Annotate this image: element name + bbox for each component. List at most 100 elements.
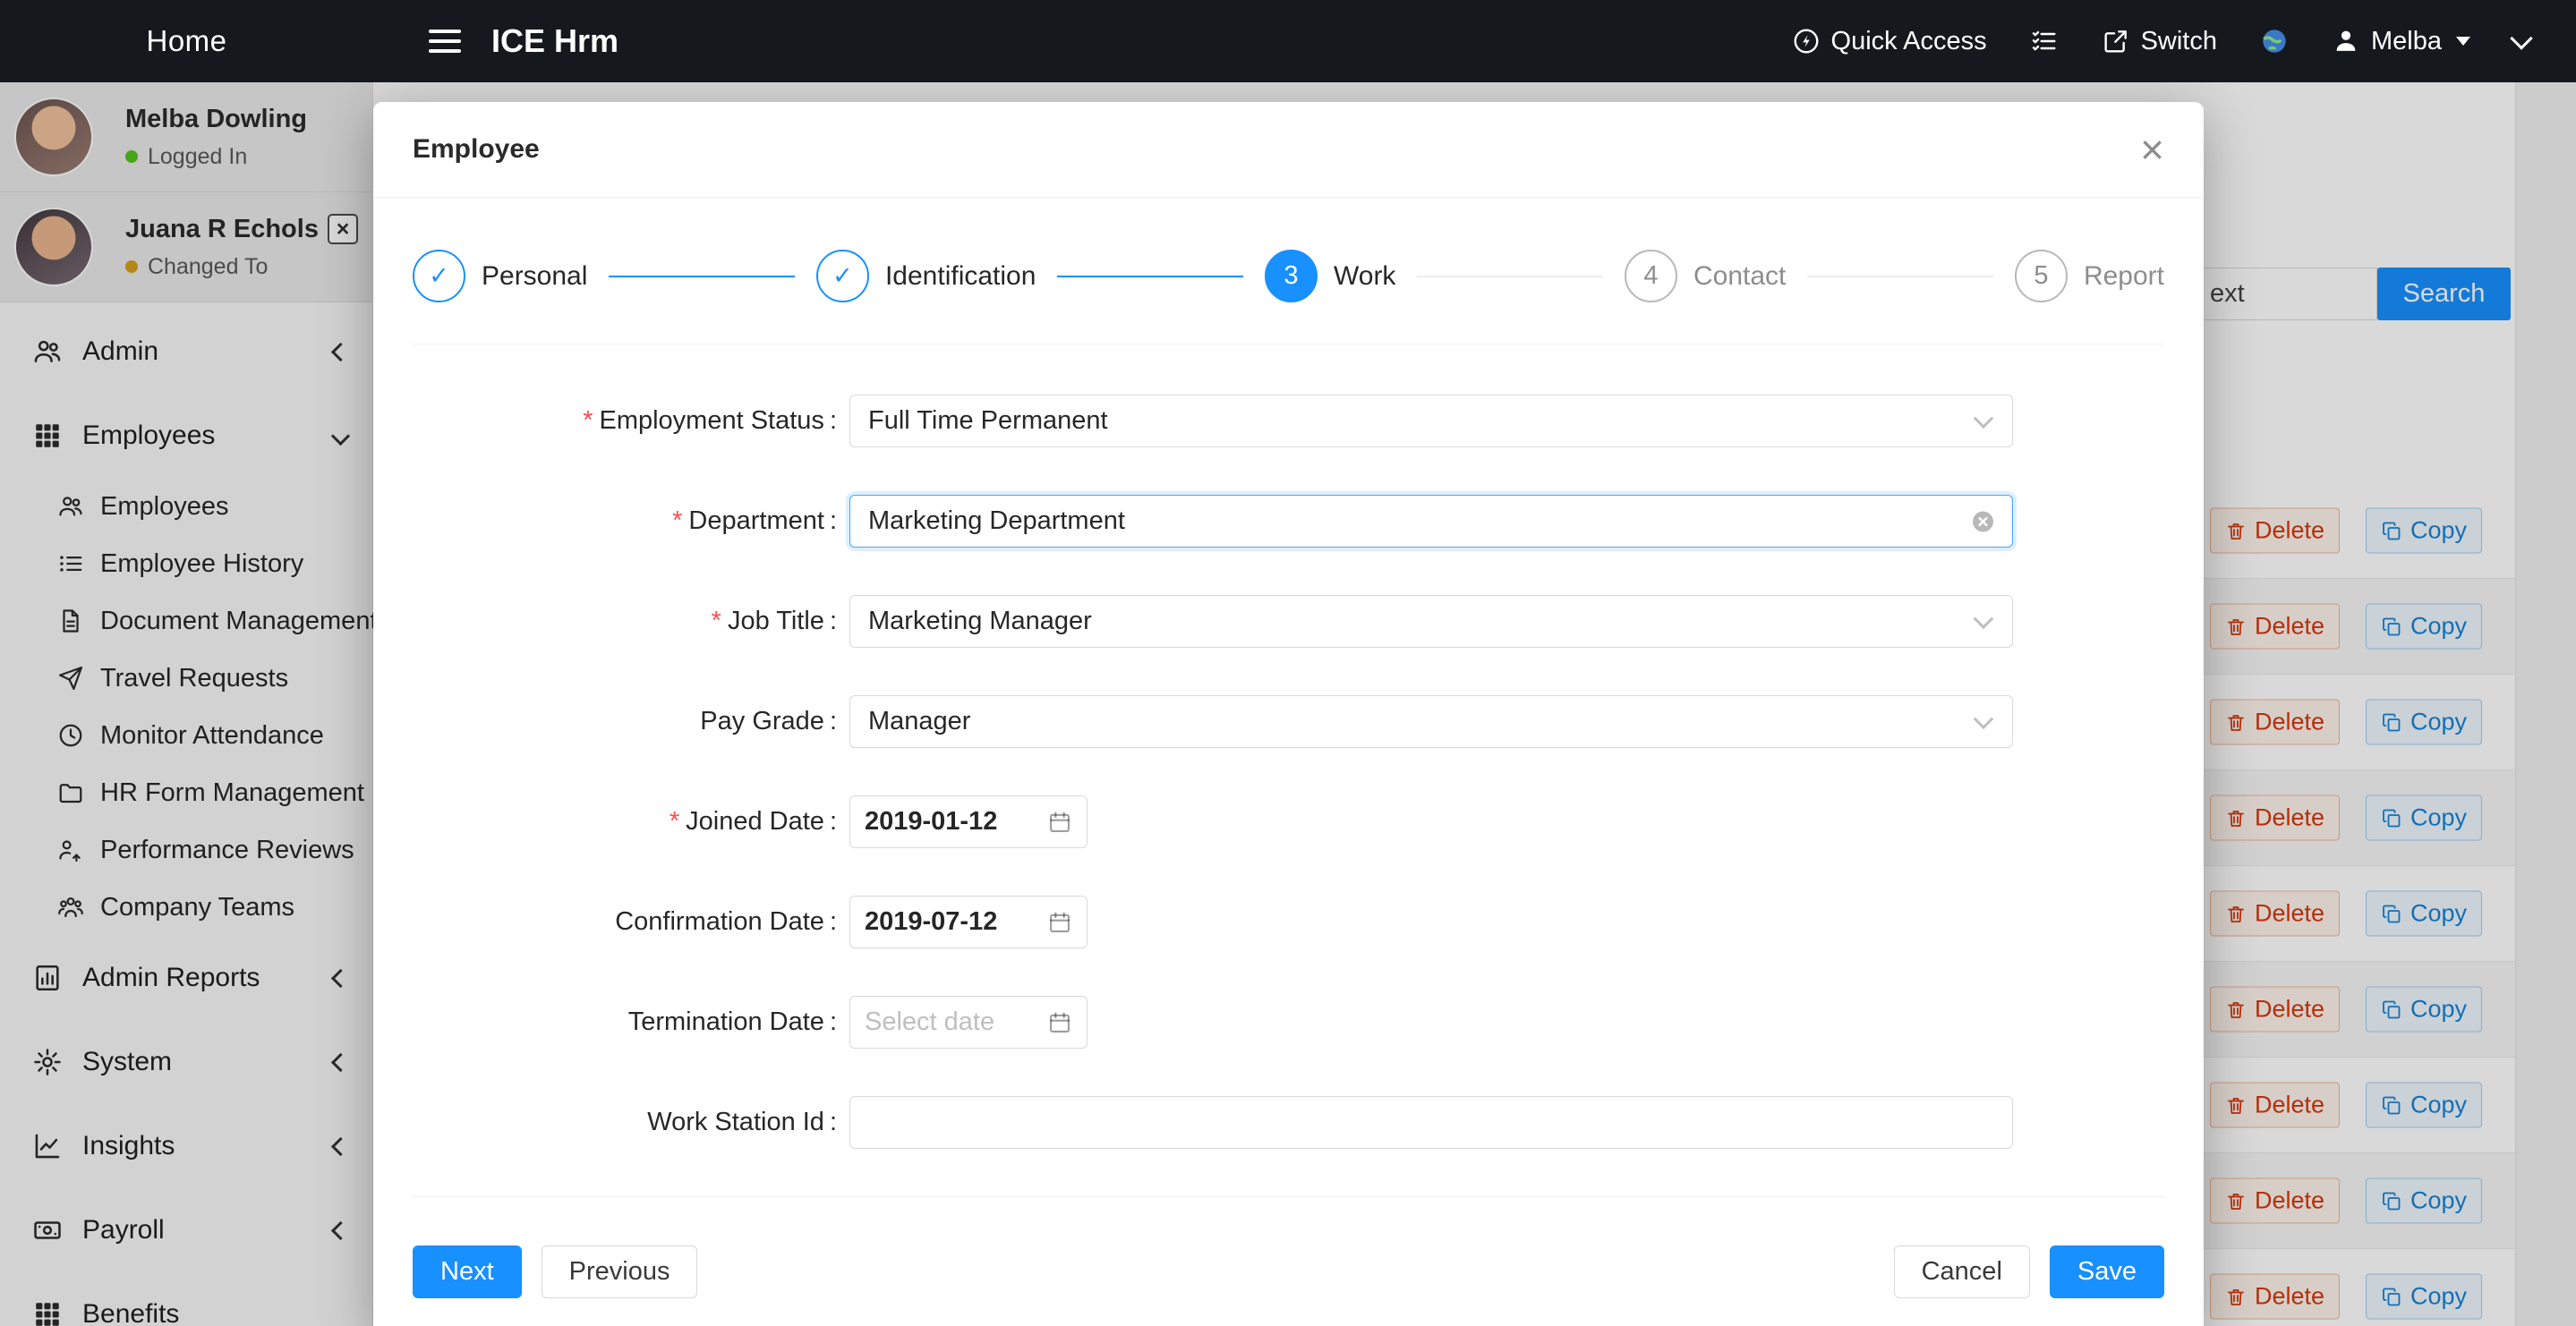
app-root: Home ICE Hrm Quick Access Switch [0, 0, 2576, 1326]
field-row-pay-grade: Pay Grade: Manager [413, 695, 2164, 748]
field-row-work-station-id: Work Station Id: [413, 1096, 2164, 1149]
top-navbar: Home ICE Hrm Quick Access Switch [0, 0, 2576, 82]
quick-access-button[interactable]: Quick Access [1792, 27, 1987, 56]
field-label-text: Joined Date [686, 807, 824, 837]
step-connector [609, 276, 795, 277]
chevron-down-icon [1974, 608, 1994, 629]
select-value: Marketing Manager [868, 607, 1092, 636]
step-label: Report [2084, 261, 2164, 292]
quick-access-icon [1792, 27, 1821, 55]
field-row-job-title: *Job Title: Marketing Manager [413, 595, 2164, 648]
field-row-joined-date: *Joined Date:2019-01-12 [413, 795, 2164, 848]
step-label: Personal [482, 261, 587, 292]
employment-status-select[interactable]: Full Time Permanent [849, 395, 2013, 447]
calendar-icon [1047, 810, 1072, 835]
step-connector [1057, 276, 1243, 277]
work-station-id-input[interactable] [849, 1096, 2013, 1149]
required-mark: * [670, 807, 679, 837]
step-identification[interactable]: ✓Identification [816, 250, 1036, 302]
step-work[interactable]: 3 Work [1265, 250, 1395, 302]
joined-date-datepicker[interactable]: 2019-01-12 [849, 795, 1088, 848]
step-contact[interactable]: 4 Contact [1625, 250, 1786, 302]
field-label: Pay Grade: [413, 707, 837, 736]
colon: : [830, 707, 837, 736]
field-label-text: Confirmation Date [615, 907, 824, 937]
field-label: Work Station Id: [413, 1108, 837, 1137]
chevron-down-icon [1974, 408, 1994, 429]
chevron-down-icon[interactable] [2510, 27, 2532, 49]
field-label-text: Pay Grade [700, 707, 824, 736]
field-row-employment-status: *Employment Status: Full Time Permanent [413, 395, 2164, 447]
step-number: 5 [2015, 250, 2068, 302]
clear-icon[interactable] [1970, 508, 1996, 534]
save-button[interactable]: Save [2050, 1245, 2164, 1298]
field-label: Confirmation Date: [413, 907, 837, 937]
colon: : [830, 607, 837, 636]
step-personal[interactable]: ✓Personal [413, 250, 587, 302]
field-label: Termination Date: [413, 1007, 837, 1037]
date-value: 2019-01-12 [865, 807, 997, 837]
select-value: Manager [868, 707, 970, 736]
field-label: *Employment Status: [413, 406, 837, 436]
caret-down-icon [2456, 37, 2470, 46]
colon: : [830, 807, 837, 837]
job-title-select[interactable]: Marketing Manager [849, 595, 2013, 648]
user-menu[interactable]: Melba [2332, 27, 2470, 56]
step-report[interactable]: 5 Report [2015, 250, 2164, 302]
select-value: Marketing Department [868, 506, 1125, 536]
field-label-text: Department [688, 506, 824, 536]
modal-header: Employee × [373, 102, 2204, 198]
required-mark: * [672, 506, 682, 536]
home-link[interactable]: Home [0, 24, 373, 58]
step-connector [1417, 276, 1603, 277]
step-label: Identification [885, 261, 1036, 292]
chevron-down-icon [1974, 709, 1994, 729]
next-button[interactable]: Next [413, 1245, 522, 1298]
department-select[interactable]: Marketing Department [849, 495, 2013, 548]
date-value: 2019-07-12 [865, 907, 997, 937]
tasks-button[interactable] [2030, 27, 2059, 55]
employee-modal: Employee × ✓Personal ✓Identification 3 Work… [373, 102, 2204, 1326]
user-name: Melba [2371, 27, 2442, 56]
field-label-text: Termination Date [628, 1007, 824, 1037]
navbar-right: Quick Access Switch [1792, 27, 2529, 56]
field-label-text: Employment Status [599, 406, 823, 436]
close-icon[interactable]: × [2140, 133, 2164, 166]
pay-grade-select[interactable]: Manager [849, 695, 2013, 748]
colon: : [830, 907, 837, 937]
checklist-icon [2030, 27, 2059, 55]
previous-button[interactable]: Previous [542, 1245, 698, 1298]
switch-icon [2102, 27, 2130, 55]
cancel-button[interactable]: Cancel [1894, 1245, 2030, 1298]
switch-button[interactable]: Switch [2102, 27, 2217, 56]
step-connector [1807, 276, 1993, 277]
steps-wizard: ✓Personal ✓Identification 3 Work 4 Contact 5 Re… [373, 198, 2204, 302]
calendar-icon [1047, 1010, 1072, 1035]
colon: : [830, 506, 837, 536]
colon: : [830, 1108, 837, 1137]
colon: : [830, 1007, 837, 1037]
app-title: ICE Hrm [491, 22, 618, 60]
step-label: Contact [1693, 261, 1786, 292]
field-label: *Job Title: [413, 607, 837, 636]
modal-title: Employee [413, 131, 540, 168]
required-mark: * [712, 607, 721, 636]
calendar-icon [1047, 910, 1072, 935]
field-label: *Joined Date: [413, 807, 837, 837]
termination-date-datepicker[interactable]: Select date [849, 996, 1088, 1049]
employee-work-form: *Employment Status:Full Time Permanent*D… [373, 344, 2204, 1149]
quick-access-label: Quick Access [1831, 27, 1987, 56]
hamburger-menu-icon[interactable] [429, 30, 461, 53]
modal-footer: Next Previous Cancel Save [373, 1197, 2204, 1298]
field-row-termination-date: Termination Date: Select date [413, 996, 2164, 1049]
step-label: Work [1334, 261, 1395, 292]
select-value: Full Time Permanent [868, 406, 1108, 436]
required-mark: * [583, 406, 593, 436]
field-label: *Department: [413, 506, 837, 536]
language-button[interactable] [2260, 27, 2289, 55]
field-label-text: Work Station Id [647, 1108, 824, 1137]
confirmation-date-datepicker[interactable]: 2019-07-12 [849, 896, 1088, 948]
date-value: Select date [865, 1007, 994, 1037]
step-number: 4 [1625, 250, 1677, 302]
step-number: 3 [1265, 250, 1318, 302]
